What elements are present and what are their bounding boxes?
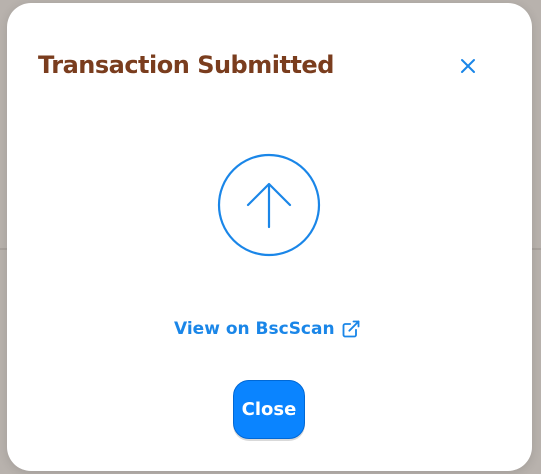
close-button[interactable]: Close bbox=[233, 380, 305, 439]
modal-title: Transaction Submitted bbox=[38, 51, 334, 79]
explorer-link-label: View on BscScan bbox=[174, 319, 335, 339]
external-link-icon bbox=[342, 320, 360, 338]
arrow-up-circle-icon bbox=[216, 152, 322, 258]
view-on-explorer-link[interactable]: View on BscScan bbox=[174, 319, 361, 339]
close-icon[interactable] bbox=[456, 54, 480, 78]
transaction-submitted-modal: Transaction Submitted View on BscScan Cl… bbox=[7, 3, 532, 471]
